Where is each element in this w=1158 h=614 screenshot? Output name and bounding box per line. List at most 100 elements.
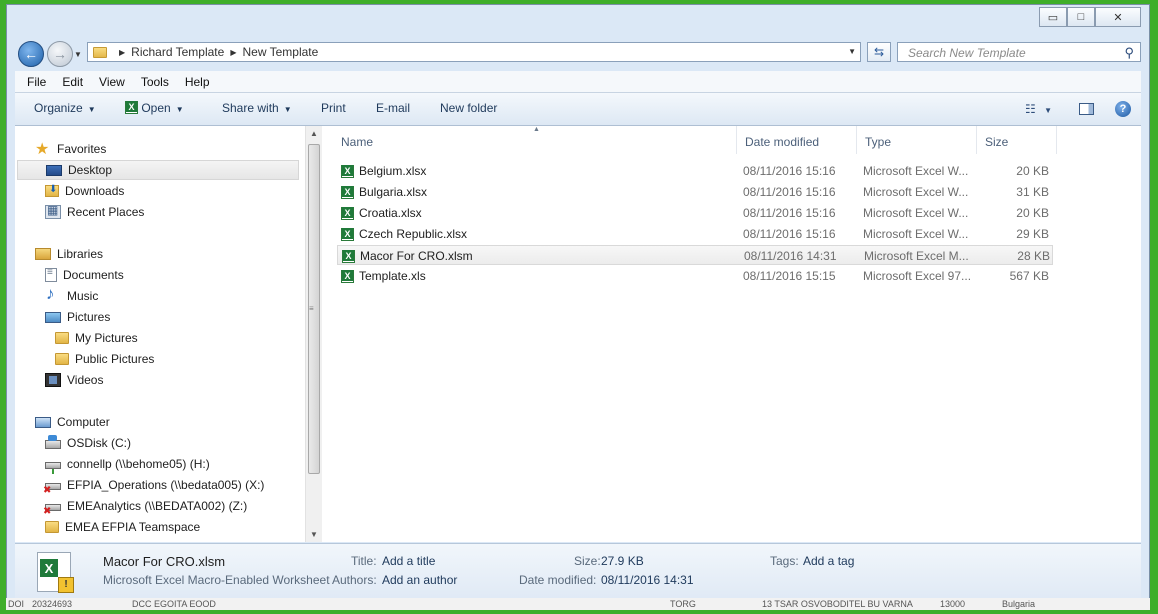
file-name: Belgium.xlsx — [341, 164, 426, 178]
file-row[interactable]: Croatia.xlsx 08/11/2016 15:16 Microsoft … — [337, 203, 1053, 223]
column-header-date[interactable]: Date modified — [737, 126, 857, 154]
nav-music[interactable]: Music — [15, 284, 305, 306]
nav-recent-places[interactable]: Recent Places — [15, 202, 305, 222]
nav-label: Desktop — [68, 163, 113, 177]
menu-file[interactable]: File — [27, 75, 46, 89]
file-row[interactable]: Belgium.xlsx 08/11/2016 15:16 Microsoft … — [337, 161, 1053, 181]
file-size: 31 KB — [1016, 185, 1049, 199]
view-options-button[interactable]: ☷ ▼ — [1025, 102, 1052, 116]
music-icon — [45, 284, 61, 304]
excel-file-icon — [341, 269, 354, 283]
back-button[interactable]: ← — [18, 41, 44, 67]
nav-label: Downloads — [65, 184, 125, 198]
search-input[interactable] — [906, 44, 1120, 62]
details-title-label: Title: — [351, 554, 377, 568]
file-size: 28 KB — [1017, 249, 1050, 263]
nav-connellp[interactable]: connellp (\\behome05) (H:) — [15, 454, 305, 474]
nav-efpia-operations[interactable]: EFPIA_Operations (\\bedata005) (X:) — [15, 475, 305, 496]
file-row[interactable]: Template.xls 08/11/2016 15:15 Microsoft … — [337, 266, 1053, 286]
menu-tools[interactable]: Tools — [141, 75, 169, 89]
breadcrumb-richard-template[interactable]: Richard Template — [131, 45, 224, 59]
open-button[interactable]: Open ▼ — [125, 101, 184, 115]
file-date: 08/11/2016 15:16 — [743, 185, 836, 199]
nav-computer[interactable]: Computer — [15, 412, 305, 432]
nav-public-pictures[interactable]: Public Pictures — [15, 349, 305, 369]
details-title-field[interactable]: Add a title — [382, 554, 435, 568]
help-icon[interactable]: ? — [1115, 101, 1131, 117]
preview-pane-icon[interactable] — [1079, 103, 1094, 115]
chevron-down-icon[interactable]: ▼ — [848, 47, 856, 56]
file-row[interactable]: Bulgaria.xlsx 08/11/2016 15:16 Microsoft… — [337, 182, 1053, 202]
address-bar[interactable]: ▶ Richard Template ▶ New Template ▼ — [87, 42, 861, 62]
nav-videos[interactable]: Videos — [15, 370, 305, 390]
close-button[interactable]: ✕ — [1095, 7, 1141, 27]
nav-scrollbar[interactable]: ▲ ≡ ▼ — [305, 126, 322, 542]
bg-cell: 13 TSAR OSVOBODITEL BU VARNA — [762, 599, 913, 609]
nav-emea-efpia-teamspace[interactable]: EMEA EFPIA Teamspace — [15, 517, 305, 537]
breadcrumb-new-template[interactable]: New Template — [242, 45, 318, 59]
nav-label: Recent Places — [67, 205, 145, 219]
refresh-icon: ⇆ — [873, 45, 885, 59]
menu-view[interactable]: View — [99, 75, 125, 89]
nav-osdisk[interactable]: OSDisk (C:) — [15, 433, 305, 453]
file-name-label: Croatia.xlsx — [359, 206, 422, 220]
print-button[interactable]: Print — [321, 101, 346, 115]
new-folder-button[interactable]: New folder — [440, 101, 497, 115]
search-icon[interactable]: ⚲ — [1124, 45, 1134, 61]
details-tags-label: Tags: — [770, 554, 799, 568]
scroll-up-icon[interactable]: ▲ — [310, 129, 318, 138]
nav-label: Documents — [63, 268, 124, 282]
nav-documents[interactable]: Documents — [15, 265, 305, 285]
nav-favorites[interactable]: Favorites — [15, 139, 305, 159]
menu-help[interactable]: Help — [185, 75, 210, 89]
details-tags-field[interactable]: Add a tag — [803, 554, 854, 568]
nav-label: My Pictures — [75, 331, 138, 345]
chevron-right-icon[interactable]: ▶ — [119, 48, 125, 57]
nav-desktop[interactable]: Desktop — [17, 160, 299, 180]
file-name: Czech Republic.xlsx — [341, 227, 467, 241]
scroll-down-icon[interactable]: ▼ — [310, 530, 318, 539]
email-button[interactable]: E-mail — [376, 101, 410, 115]
organize-button[interactable]: Organize ▼ — [34, 101, 96, 115]
nav-pictures[interactable]: Pictures — [15, 307, 305, 327]
column-header-size[interactable]: Size — [977, 126, 1057, 154]
folder-icon — [93, 46, 107, 58]
file-name: Macor For CRO.xlsm — [342, 249, 473, 263]
share-with-button[interactable]: Share with ▼ — [222, 101, 292, 115]
nav-libraries[interactable]: Libraries — [15, 244, 305, 264]
file-name-label: Macor For CRO.xlsm — [360, 249, 473, 263]
file-date: 08/11/2016 15:15 — [743, 269, 836, 283]
nav-label: Public Pictures — [75, 352, 155, 366]
file-type: Microsoft Excel W... — [863, 164, 969, 178]
forward-button[interactable]: → — [47, 41, 73, 67]
excel-icon — [125, 101, 138, 114]
search-box[interactable]: ⚲ — [897, 42, 1141, 62]
excel-file-icon — [341, 227, 354, 241]
nav-emeanalytics[interactable]: EMEAnalytics (\\BEDATA002) (Z:) — [15, 496, 305, 517]
scroll-grip-icon: ≡ — [309, 304, 314, 313]
column-header-type[interactable]: Type — [857, 126, 977, 154]
nav-downloads[interactable]: Downloads — [15, 181, 305, 201]
bg-cell: TORG — [670, 599, 696, 609]
details-authors-field[interactable]: Add an author — [382, 573, 457, 587]
file-row-selected[interactable]: Macor For CRO.xlsm 08/11/2016 14:31 Micr… — [337, 245, 1053, 265]
menu-edit[interactable]: Edit — [62, 75, 83, 89]
libraries-icon — [35, 248, 51, 260]
minimize-button[interactable]: ▭ — [1039, 7, 1067, 27]
file-size: 20 KB — [1016, 206, 1049, 220]
bg-cell: 13000 — [940, 599, 966, 609]
chevron-down-icon: ▼ — [1044, 106, 1053, 115]
downloads-folder-icon — [45, 184, 59, 197]
network-drive-icon — [45, 461, 61, 474]
file-row[interactable]: Czech Republic.xlsx 08/11/2016 15:16 Mic… — [337, 224, 1053, 244]
column-header-name[interactable]: Name ▲ — [333, 126, 737, 154]
refresh-button[interactable]: ⇆ — [867, 42, 891, 62]
file-type: Microsoft Excel M... — [864, 249, 969, 263]
recent-pages-dropdown[interactable]: ▼ — [74, 50, 82, 59]
file-date: 08/11/2016 14:31 — [744, 249, 837, 263]
local-disk-icon — [45, 434, 61, 449]
maximize-button[interactable]: □ — [1067, 7, 1095, 27]
file-size: 29 KB — [1016, 227, 1049, 241]
chevron-right-icon[interactable]: ▶ — [230, 48, 236, 57]
nav-my-pictures[interactable]: My Pictures — [15, 328, 305, 348]
